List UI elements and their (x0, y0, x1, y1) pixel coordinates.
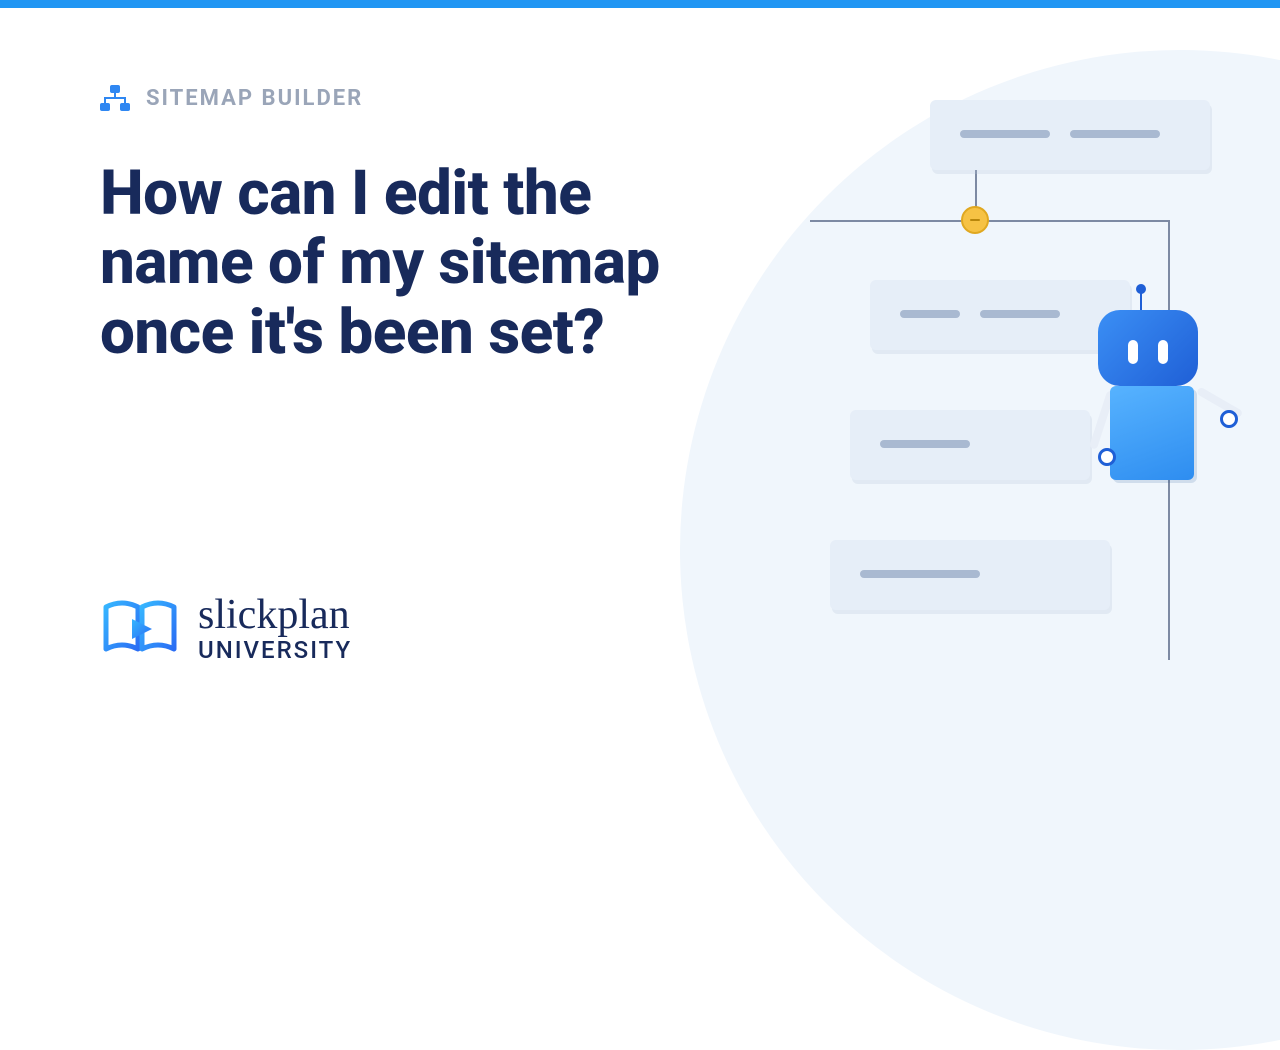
brand-text: slickplan UNIVERSITY (198, 594, 352, 662)
placeholder-bar (860, 570, 980, 578)
brand-footer: slickplan UNIVERSITY (100, 594, 352, 662)
category-row: SITEMAP BUILDER (100, 85, 720, 111)
collapse-node-icon (961, 206, 989, 234)
brand-sub: UNIVERSITY (198, 638, 352, 662)
placeholder-bar (960, 130, 1050, 138)
sitemap-card (850, 410, 1090, 480)
robot-mascot-icon (1080, 310, 1230, 490)
sitemap-icon (100, 85, 130, 111)
page-headline: How can I edit the name of my sitemap on… (100, 159, 720, 367)
sitemap-card (930, 100, 1210, 170)
placeholder-bar (1070, 130, 1160, 138)
placeholder-bar (880, 440, 970, 448)
connector-line (810, 220, 1170, 222)
placeholder-bar (900, 310, 960, 318)
sitemap-illustration (810, 100, 1240, 660)
brand-name: slickplan (198, 594, 352, 636)
main-content: SITEMAP BUILDER How can I edit the name … (0, 0, 720, 367)
placeholder-bar (980, 310, 1060, 318)
category-label: SITEMAP BUILDER (146, 86, 363, 111)
book-play-icon (100, 597, 180, 659)
sitemap-card (830, 540, 1110, 610)
